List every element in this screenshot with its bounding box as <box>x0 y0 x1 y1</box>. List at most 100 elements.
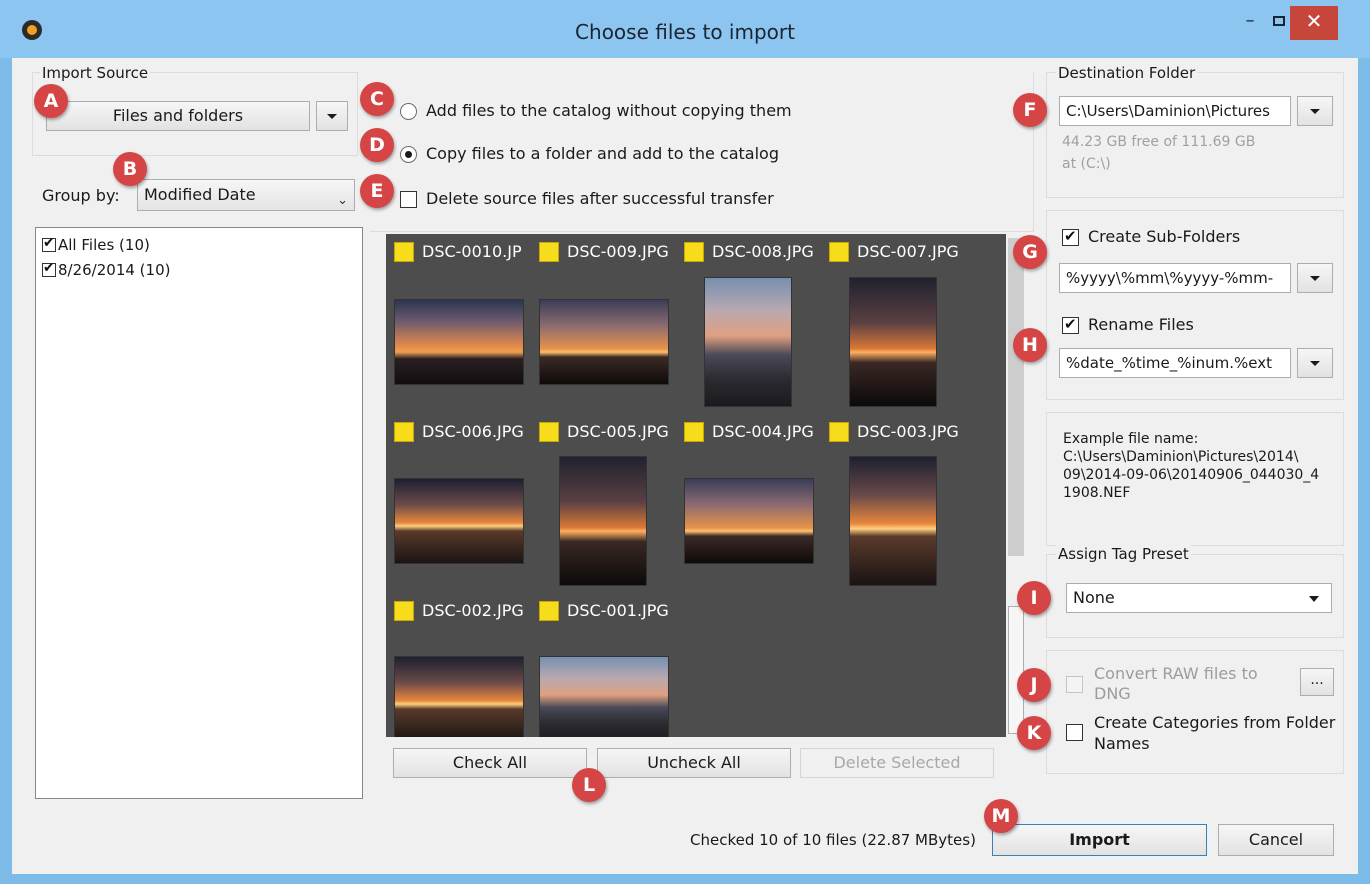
title-bar[interactable]: Choose files to import – ✕ <box>0 0 1370 58</box>
callout-marker-b: B <box>113 152 147 186</box>
rename-files-label[interactable]: Rename Files <box>1088 315 1194 334</box>
rename-pattern-input[interactable]: %date_%time_%inum.%ext <box>1059 348 1291 378</box>
tag-preset-select[interactable]: None <box>1066 583 1332 613</box>
thumbnail-image[interactable] <box>394 299 524 385</box>
callout-marker-c: C <box>360 82 394 116</box>
callout-marker-g: G <box>1013 235 1047 269</box>
thumbnail-image[interactable] <box>849 456 937 586</box>
create-categories-checkbox[interactable] <box>1066 724 1083 741</box>
callout-marker-f: F <box>1013 93 1047 127</box>
subfolder-pattern-dropdown[interactable] <box>1297 263 1333 293</box>
thumbnail-gallery[interactable]: DSC-0010.JP DSC-009.JPG DSC-008.JPG DSC-… <box>386 234 1006 737</box>
add-without-copy-label[interactable]: Add files to the catalog without copying… <box>426 101 792 120</box>
thumbnail-image[interactable] <box>394 656 524 737</box>
import-source-label: Import Source <box>40 64 151 82</box>
example-file-name: Example file name: C:\Users\Daminion\Pic… <box>1063 431 1320 501</box>
check-all-button[interactable]: Check All <box>393 748 587 778</box>
delete-source-checkbox[interactable] <box>400 191 417 208</box>
thumbnail-checkbox[interactable] <box>684 422 704 442</box>
maximize-button[interactable] <box>1268 6 1290 40</box>
thumbnail-image[interactable] <box>394 478 524 564</box>
thumbnail-checkbox[interactable] <box>539 242 559 262</box>
free-space-text: 44.23 GB free of 111.69 GB <box>1062 134 1256 150</box>
callout-marker-h: H <box>1013 328 1047 362</box>
tree-item-label: 8/26/2014 (10) <box>58 261 171 279</box>
callout-marker-d: D <box>360 128 394 162</box>
create-categories-label-line2[interactable]: Names <box>1094 734 1150 753</box>
callout-marker-a: A <box>34 84 68 118</box>
thumbnail-checkbox[interactable] <box>539 422 559 442</box>
group-by-label: Group by: <box>42 186 120 205</box>
copy-to-folder-label[interactable]: Copy files to a folder and add to the ca… <box>426 144 779 163</box>
rename-pattern-dropdown[interactable] <box>1297 348 1333 378</box>
convert-raw-checkbox[interactable] <box>1066 676 1083 693</box>
copy-to-folder-radio[interactable] <box>400 146 417 163</box>
thumbnail-filename: DSC-002.JPG <box>422 601 524 620</box>
thumbnail-image[interactable] <box>539 656 669 737</box>
create-categories-label-line1[interactable]: Create Categories from Folder <box>1094 713 1335 732</box>
callout-marker-i: I <box>1017 581 1051 615</box>
convert-raw-label-line1: Convert RAW files to <box>1094 664 1258 683</box>
callout-marker-j: J <box>1017 668 1051 702</box>
thumbnail-image[interactable] <box>559 456 647 586</box>
tag-preset-label: Assign Tag Preset <box>1056 545 1191 563</box>
thumbnail-filename: DSC-008.JPG <box>712 242 814 261</box>
tree-item-checkbox[interactable] <box>42 235 56 252</box>
scrollbar-track[interactable] <box>1008 238 1024 556</box>
thumbnail-image[interactable] <box>849 277 937 407</box>
cancel-button[interactable]: Cancel <box>1218 824 1334 856</box>
drive-text: at (C:\) <box>1062 156 1111 172</box>
add-without-copy-radio[interactable] <box>400 103 417 120</box>
dropdown-arrow-icon <box>1309 596 1319 602</box>
tree-item-checkbox[interactable] <box>42 260 56 277</box>
thumbnail-checkbox[interactable] <box>829 422 849 442</box>
import-dialog-window: Choose files to import – ✕ Import Source… <box>0 0 1370 884</box>
thumbnail-checkbox[interactable] <box>394 601 414 621</box>
subfolder-pattern-input[interactable]: %yyyy\%mm\%yyyy-%mm- <box>1059 263 1291 293</box>
window-title: Choose files to import <box>575 20 795 44</box>
thumbnail-checkbox[interactable] <box>394 422 414 442</box>
chevron-down-icon: ⌄ <box>337 193 348 208</box>
import-source-dropdown-button[interactable] <box>316 101 348 131</box>
date-tree[interactable]: All Files (10) 8/26/2014 (10) <box>35 227 363 799</box>
callout-marker-e: E <box>360 174 394 208</box>
raw-settings-button[interactable]: ... <box>1300 668 1334 696</box>
rename-files-checkbox[interactable] <box>1062 315 1079 334</box>
tree-item-label: All Files (10) <box>58 236 150 254</box>
thumbnail-checkbox[interactable] <box>684 242 704 262</box>
thumbnail-filename: DSC-0010.JP <box>422 242 522 261</box>
uncheck-all-button[interactable]: Uncheck All <box>597 748 791 778</box>
group-by-select[interactable]: Modified Date ⌄ <box>137 179 355 211</box>
create-subfolders-label[interactable]: Create Sub-Folders <box>1088 227 1240 246</box>
thumbnail-image[interactable] <box>704 277 792 407</box>
thumbnail-filename: DSC-003.JPG <box>857 422 959 441</box>
thumbnail-filename: DSC-001.JPG <box>567 601 669 620</box>
close-button[interactable]: ✕ <box>1290 6 1338 40</box>
minimize-button[interactable]: – <box>1232 6 1268 40</box>
dialog-body: Import Source Files and folders Group by… <box>12 58 1358 874</box>
thumbnail-image[interactable] <box>539 299 669 385</box>
callout-marker-l: L <box>572 768 606 802</box>
import-button[interactable]: Import <box>992 824 1207 856</box>
thumbnail-filename: DSC-006.JPG <box>422 422 524 441</box>
maximize-icon <box>1273 16 1285 26</box>
thumbnail-filename: DSC-009.JPG <box>567 242 669 261</box>
thumbnail-image[interactable] <box>684 478 814 564</box>
thumbnail-checkbox[interactable] <box>394 242 414 262</box>
create-subfolders-checkbox[interactable] <box>1062 227 1079 246</box>
destination-browse-button[interactable] <box>1297 96 1333 126</box>
group-by-value: Modified Date <box>144 185 256 204</box>
tree-item-date[interactable]: 8/26/2014 (10) <box>42 260 171 279</box>
files-and-folders-button[interactable]: Files and folders <box>46 101 310 131</box>
callout-marker-m: M <box>984 799 1018 833</box>
destination-path-input[interactable]: C:\Users\Daminion\Pictures <box>1059 96 1291 126</box>
tag-preset-value: None <box>1073 588 1115 607</box>
thumbnail-filename: DSC-005.JPG <box>567 422 669 441</box>
status-text: Checked 10 of 10 files (22.87 MBytes) <box>690 831 976 849</box>
thumbnail-checkbox[interactable] <box>829 242 849 262</box>
thumbnail-checkbox[interactable] <box>539 601 559 621</box>
delete-source-label[interactable]: Delete source files after successful tra… <box>426 189 774 208</box>
tree-item-all-files[interactable]: All Files (10) <box>42 235 150 254</box>
delete-selected-button[interactable]: Delete Selected <box>800 748 994 778</box>
scrollbar-thumb[interactable] <box>1008 606 1024 734</box>
